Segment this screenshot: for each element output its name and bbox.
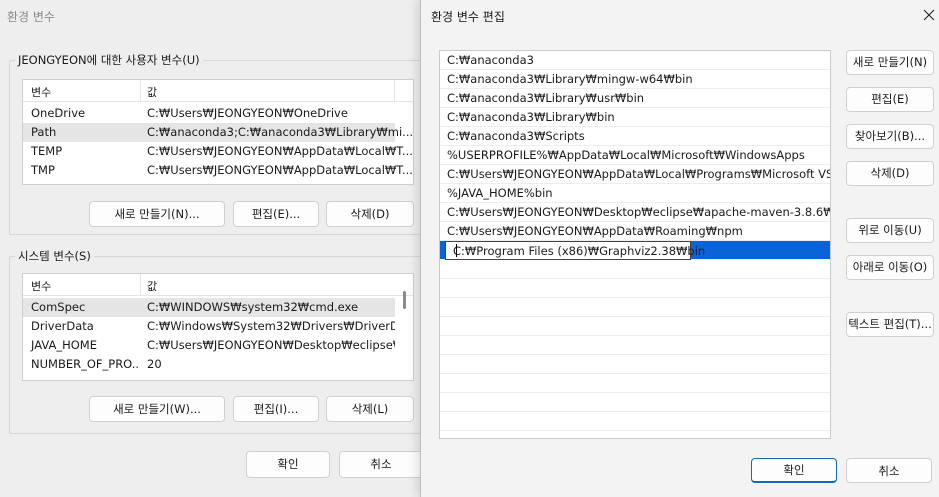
variable-value: C:₩Users₩JEONGYEON₩OneDrive [147, 106, 348, 120]
text-caret [456, 244, 457, 257]
variable-value: C:₩Windows₩System32₩Drivers₩DriverData [147, 319, 395, 333]
user-delete-button[interactable]: 삭제(D) [326, 201, 414, 227]
column-header-value[interactable]: 값 [147, 84, 157, 100]
system-variables-label: 시스템 변수(S) [15, 248, 94, 264]
list-item-editing[interactable]: C:₩Program Files (x86)₩Graphviz2.38₩bin [440, 241, 830, 260]
variable-value: C:₩anaconda3;C:₩anaconda3₩Library₩mi... [147, 125, 414, 139]
list-item[interactable]: C:₩anaconda3₩Library₩bin [440, 108, 830, 127]
variable-value: C:₩Users₩JEONGYEON₩AppData₩Local₩T... [147, 144, 413, 158]
path-text: %USERPROFILE%₩AppData₩Local₩Microsoft₩Wi… [447, 148, 805, 162]
variable-value: C:₩Users₩JEONGYEON₩Desktop₩eclipse₩j... [147, 338, 395, 352]
list-item[interactable] [440, 279, 830, 298]
path-text: C:₩anaconda3₩Scripts [447, 129, 585, 143]
environment-variables-dialog: 환경 변수 JEONGYEON에 대한 사용자 변수(U) 변수 값 OneDr… [0, 0, 425, 497]
user-variables-label: JEONGYEON에 대한 사용자 변수(U) [15, 52, 203, 68]
path-text: %JAVA_HOME%bin [447, 186, 553, 200]
browse-button[interactable]: 찾아보기(B)... [846, 124, 934, 149]
path-text: C:₩anaconda3₩Library₩mingw-w64₩bin [447, 72, 693, 86]
scrollbar-thumb[interactable] [403, 291, 406, 309]
move-up-button[interactable]: 위로 이동(U) [846, 218, 934, 243]
table-row[interactable]: DriverData C:₩Windows₩System32₩Drivers₩D… [23, 317, 395, 336]
ok-button[interactable]: 확인 [246, 451, 330, 478]
list-item[interactable] [440, 374, 830, 393]
delete-button[interactable]: 삭제(D) [846, 161, 934, 186]
column-header-variable[interactable]: 변수 [31, 278, 51, 294]
list-item[interactable] [440, 355, 830, 374]
variable-value: C:₩Users₩JEONGYEON₩AppData₩Local₩T... [147, 163, 413, 177]
system-edit-button[interactable]: 편집(I)... [233, 396, 319, 422]
variable-name: NUMBER_OF_PRO... [31, 357, 139, 371]
list-item[interactable] [440, 317, 830, 336]
table-row[interactable]: NUMBER_OF_PRO... 20 [23, 355, 395, 374]
ok-button[interactable]: 확인 [751, 458, 837, 483]
user-edit-button[interactable]: 편집(E)... [233, 201, 319, 227]
move-down-button[interactable]: 아래로 이동(O) [846, 255, 934, 280]
edit-environment-variable-dialog: 환경 변수 편집 C:₩anaconda3 C:₩anaconda3₩Librar… [420, 0, 939, 497]
user-new-button[interactable]: 새로 만들기(N)... [89, 201, 225, 227]
cancel-button[interactable]: 취소 [339, 451, 423, 478]
table-row[interactable]: Path C:₩anaconda3;C:₩anaconda3₩Library₩m… [23, 123, 413, 142]
list-item[interactable]: C:₩anaconda3₩Scripts [440, 127, 830, 146]
variable-name: TEMP [31, 144, 63, 158]
variable-value: 20 [147, 357, 162, 371]
path-text: C:₩anaconda3₩Library₩bin [447, 110, 615, 124]
list-item[interactable] [440, 298, 830, 317]
list-item[interactable]: C:₩anaconda3₩Library₩mingw-w64₩bin [440, 70, 830, 89]
list-item[interactable]: C:₩anaconda3₩Library₩usr₩bin [440, 89, 830, 108]
table-row[interactable]: TEMP C:₩Users₩JEONGYEON₩AppData₩Local₩T.… [23, 142, 413, 161]
variable-name: JAVA_HOME [31, 338, 97, 352]
path-list[interactable]: C:₩anaconda3 C:₩anaconda3₩Library₩mingw-w… [439, 50, 831, 439]
cancel-button[interactable]: 취소 [846, 458, 932, 483]
new-button[interactable]: 새로 만들기(N) [846, 50, 934, 75]
table-row[interactable]: JAVA_HOME C:₩Users₩JEONGYEON₩Desktop₩ecl… [23, 336, 395, 355]
path-text: C:₩Users₩JEONGYEON₩AppData₩Roaming₩npm [447, 224, 743, 238]
system-delete-button[interactable]: 삭제(L) [326, 396, 414, 422]
path-edit-input[interactable]: C:₩Program Files (x86)₩Graphviz2.38₩bin [445, 241, 705, 260]
variable-name: DriverData [31, 319, 94, 333]
list-item[interactable] [440, 336, 830, 355]
column-header-variable[interactable]: 변수 [31, 84, 51, 100]
table-row[interactable]: ComSpec C:₩WINDOWS₩system32₩cmd.exe [23, 298, 395, 317]
system-variables-list[interactable]: 변수 값 ComSpec C:₩WINDOWS₩system32₩cmd.exe… [22, 273, 414, 381]
path-text: C:₩Users₩JEONGYEON₩Desktop₩eclipse₩apach… [447, 205, 831, 219]
variable-value: C:₩WINDOWS₩system32₩cmd.exe [147, 300, 359, 314]
edit-button[interactable]: 편집(E) [846, 87, 934, 112]
list-item[interactable]: %JAVA_HOME%bin [440, 184, 830, 203]
variable-name: TMP [31, 163, 55, 177]
table-row[interactable]: OneDrive C:₩Users₩JEONGYEON₩OneDrive [23, 104, 413, 123]
list-header: 변수 값 [23, 80, 413, 102]
variable-name: OneDrive [31, 106, 86, 120]
path-text: C:₩anaconda3₩Library₩usr₩bin [447, 91, 645, 105]
column-header-value[interactable]: 값 [147, 278, 157, 294]
list-item[interactable] [440, 412, 830, 431]
list-item[interactable]: %USERPROFILE%₩AppData₩Local₩Microsoft₩Wi… [440, 146, 830, 165]
list-item[interactable] [440, 260, 830, 279]
dialog-title: 환경 변수 [7, 10, 55, 24]
list-item[interactable]: C:₩anaconda3 [440, 51, 830, 70]
list-item[interactable] [440, 393, 830, 412]
edit-text-button[interactable]: 텍스트 편집(T)... [846, 312, 934, 337]
variable-name: Path [31, 125, 57, 139]
table-row[interactable]: TMP C:₩Users₩JEONGYEON₩AppData₩Local₩T..… [23, 161, 413, 180]
list-item[interactable]: C:₩Users₩JEONGYEON₩AppData₩Roaming₩npm [440, 222, 830, 241]
list-item[interactable]: C:₩Users₩JEONGYEON₩Desktop₩eclipse₩apach… [440, 203, 830, 222]
list-header: 변수 값 [23, 274, 413, 296]
user-variables-list[interactable]: 변수 값 OneDrive C:₩Users₩JEONGYEON₩OneDriv… [22, 79, 414, 185]
variable-name: ComSpec [31, 300, 86, 314]
path-text: C:₩Users₩JEONGYEON₩AppData₩Local₩Program… [447, 167, 831, 181]
close-icon[interactable] [919, 3, 939, 25]
system-new-button[interactable]: 새로 만들기(W)... [89, 396, 225, 422]
dialog-title: 환경 변수 편집 [431, 10, 505, 24]
list-item[interactable]: C:₩Users₩JEONGYEON₩AppData₩Local₩Program… [440, 165, 830, 184]
path-text: C:₩anaconda3 [447, 53, 534, 67]
path-edit-value: C:₩Program Files (x86)₩Graphviz2.38₩bin [453, 244, 706, 258]
